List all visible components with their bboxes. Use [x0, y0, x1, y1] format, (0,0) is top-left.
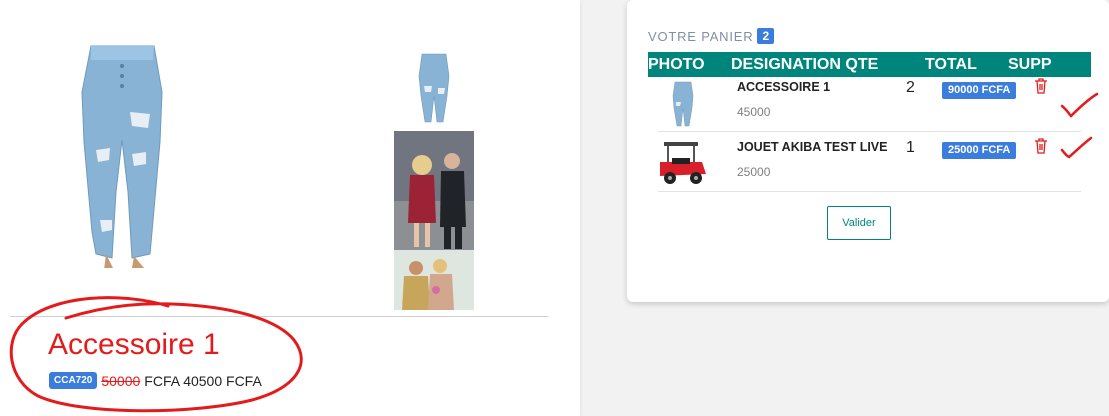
cart-item-unit-price: 45000 [737, 105, 771, 119]
product-thumbnail-2[interactable] [394, 131, 474, 250]
cart-row: ACCESSOIRE 1 45000 2 90000 FCFA [658, 77, 1081, 132]
header-designation: DESIGNATION [731, 56, 841, 73]
cart-item-name: JOUET AKIBA TEST LIVE [737, 140, 888, 154]
cart-card: VOTRE PANIER 2 PHOTO DESIGNATION QTE TOT… [627, 0, 1109, 302]
product-divider [10, 316, 548, 317]
product-title: Accessoire 1 [48, 328, 220, 361]
old-price: 50000 [101, 372, 141, 389]
cart-row: JOUET AKIBA TEST LIVE 25000 1 25000 FCFA [658, 137, 1081, 192]
cart-item-qty: 1 [906, 139, 915, 156]
cart-item-qty: 2 [906, 79, 915, 96]
trash-icon[interactable] [1034, 78, 1048, 94]
product-card: Accessoire 1 CCA720 50000 FCFA 40500 FCF… [0, 0, 580, 416]
cart-item-total: 25000 FCFA [942, 142, 1017, 159]
cart-item-photo [658, 80, 708, 128]
cart-item-name: ACCESSOIRE 1 [737, 80, 831, 94]
product-price-row: CCA720 50000 FCFA 40500 FCFA [49, 372, 262, 389]
cart-item-total: 90000 FCFA [942, 82, 1017, 99]
current-price: FCFA 40500 FCFA [144, 372, 262, 389]
product-main-image [81, 45, 163, 268]
header-supp: SUPP [1008, 56, 1052, 73]
header-designation-qty: DESIGNATION QTE [731, 52, 878, 77]
product-thumbnail-3[interactable] [394, 250, 474, 310]
trash-icon[interactable] [1034, 138, 1048, 154]
header-photo: PHOTO [648, 56, 705, 73]
page: Accessoire 1 CCA720 50000 FCFA 40500 FCF… [0, 0, 1109, 416]
cart-table-header: PHOTO DESIGNATION QTE TOTAL SUPP [648, 52, 1091, 77]
cart-item-photo [658, 140, 708, 188]
header-total: TOTAL [925, 56, 977, 73]
header-qty: QTE [845, 56, 879, 73]
cart-count-badge: 2 [757, 28, 775, 44]
product-code-badge: CCA720 [49, 372, 98, 389]
cart-title-label: VOTRE PANIER [648, 28, 754, 44]
cart-item-unit-price: 25000 [737, 165, 771, 179]
cart-title: VOTRE PANIER 2 [648, 28, 775, 44]
validate-button[interactable]: Valider [827, 206, 891, 240]
product-thumbnail-1[interactable] [394, 50, 474, 128]
